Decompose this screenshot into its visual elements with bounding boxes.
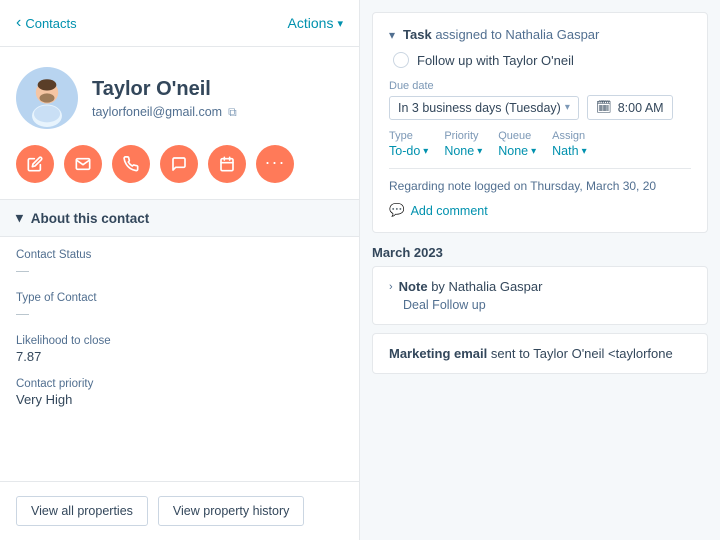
task-text: Follow up with Taylor O'neil <box>417 53 574 68</box>
priority-label: Priority <box>444 130 482 142</box>
contact-header: Taylor O'neil taylorfoneil@gmail.com ⧉ <box>0 47 359 145</box>
properties-list: Contact Status — Type of Contact — Likel… <box>0 237 359 419</box>
queue-col: Queue None <box>498 130 536 158</box>
contact-name: Taylor O'neil <box>92 77 237 101</box>
meta-row: Type To-do Priority None Queue None Assi… <box>389 130 691 158</box>
calendar-button[interactable] <box>208 145 246 183</box>
phone-button[interactable] <box>112 145 150 183</box>
note-expand-icon[interactable]: › <box>389 281 393 293</box>
bottom-buttons: View all properties View property histor… <box>0 481 359 540</box>
property-value-type: — <box>16 306 343 321</box>
assignee-label: Assign <box>552 130 586 142</box>
assignee-select[interactable]: Nath <box>552 144 586 158</box>
task-header: ▾ Task assigned to Nathalia Gaspar <box>389 27 691 42</box>
task-card: ▾ Task assigned to Nathalia Gaspar Follo… <box>372 12 708 233</box>
note-activity-subtitle: Deal Follow up <box>389 298 691 312</box>
marketing-activity-card: Marketing email sent to Taylor O'neil <t… <box>372 333 708 374</box>
property-value-priority: Very High <box>16 392 343 407</box>
action-icons: ··· <box>0 145 359 199</box>
type-col: Type To-do <box>389 130 428 158</box>
actions-button[interactable]: Actions <box>288 15 343 31</box>
calendar-icon: 🗓 <box>596 100 612 115</box>
priority-col: Priority None <box>444 130 482 158</box>
view-all-properties-button[interactable]: View all properties <box>16 496 148 526</box>
due-date-label: Due date <box>389 80 691 92</box>
right-panel: ▾ Task assigned to Nathalia Gaspar Follo… <box>360 0 720 540</box>
note-activity-title: Note by Nathalia Gaspar <box>399 279 543 294</box>
property-value-contact-status: — <box>16 263 343 278</box>
task-checkbox[interactable] <box>393 52 409 68</box>
due-date-field: Due date In 3 business days (Tuesday) 🗓 … <box>389 80 691 120</box>
add-comment-button[interactable]: 💬 Add comment <box>389 203 691 218</box>
left-panel: Contacts Actions Taylor O'neil <box>0 0 360 540</box>
note-activity-card: › Note by Nathalia Gaspar Deal Follow up <box>372 266 708 325</box>
edit-button[interactable] <box>16 145 54 183</box>
property-contact-status: Contact Status — <box>16 249 343 278</box>
queue-select[interactable]: None <box>498 144 536 158</box>
add-comment-label: Add comment <box>411 204 488 218</box>
contact-email: taylorfoneil@gmail.com <box>92 105 222 119</box>
top-bar: Contacts Actions <box>0 0 359 47</box>
queue-label: Queue <box>498 130 536 142</box>
email-button[interactable] <box>64 145 102 183</box>
property-type-of-contact: Type of Contact — <box>16 292 343 321</box>
due-date-row: In 3 business days (Tuesday) 🗓 8:00 AM <box>389 95 691 120</box>
time-input[interactable]: 🗓 8:00 AM <box>587 95 673 120</box>
property-label-priority: Contact priority <box>16 378 343 390</box>
contact-info: Taylor O'neil taylorfoneil@gmail.com ⧉ <box>92 77 237 120</box>
note-activity-header: › Note by Nathalia Gaspar <box>389 279 691 294</box>
month-divider: March 2023 <box>360 233 720 266</box>
property-label-contact-status: Contact Status <box>16 249 343 261</box>
property-priority: Contact priority Very High <box>16 378 343 407</box>
type-label: Type <box>389 130 428 142</box>
property-label-likelihood: Likelihood to close <box>16 335 343 347</box>
more-button[interactable]: ··· <box>256 145 294 183</box>
task-item: Follow up with Taylor O'neil <box>389 52 691 68</box>
priority-select[interactable]: None <box>444 144 482 158</box>
task-title: Task assigned to Nathalia Gaspar <box>403 27 599 42</box>
type-select[interactable]: To-do <box>389 144 428 158</box>
copy-icon[interactable]: ⧉ <box>228 105 237 120</box>
task-collapse-icon[interactable]: ▾ <box>389 28 395 42</box>
contacts-back-link[interactable]: Contacts <box>16 14 77 32</box>
comment-icon: 💬 <box>389 203 405 218</box>
time-value: 8:00 AM <box>618 101 664 115</box>
avatar <box>16 67 78 129</box>
chat-button[interactable] <box>160 145 198 183</box>
contact-email-row: taylorfoneil@gmail.com ⧉ <box>92 105 237 120</box>
property-likelihood: Likelihood to close 7.87 <box>16 335 343 364</box>
assignee-col: Assign Nath <box>552 130 586 158</box>
property-value-likelihood: 7.87 <box>16 349 343 364</box>
about-section-header[interactable]: ▾ About this contact <box>0 199 359 237</box>
chevron-down-icon: ▾ <box>16 210 23 226</box>
view-property-history-button[interactable]: View property history <box>158 496 305 526</box>
about-section-title: About this contact <box>31 211 150 226</box>
due-date-select[interactable]: In 3 business days (Tuesday) <box>389 96 579 120</box>
task-assigned-to: assigned to Nathalia Gaspar <box>435 27 599 42</box>
marketing-activity-title: Marketing email sent to Taylor O'neil <t… <box>389 346 691 361</box>
property-label-type: Type of Contact <box>16 292 343 304</box>
task-note-text: Regarding note logged on Thursday, March… <box>389 168 691 193</box>
